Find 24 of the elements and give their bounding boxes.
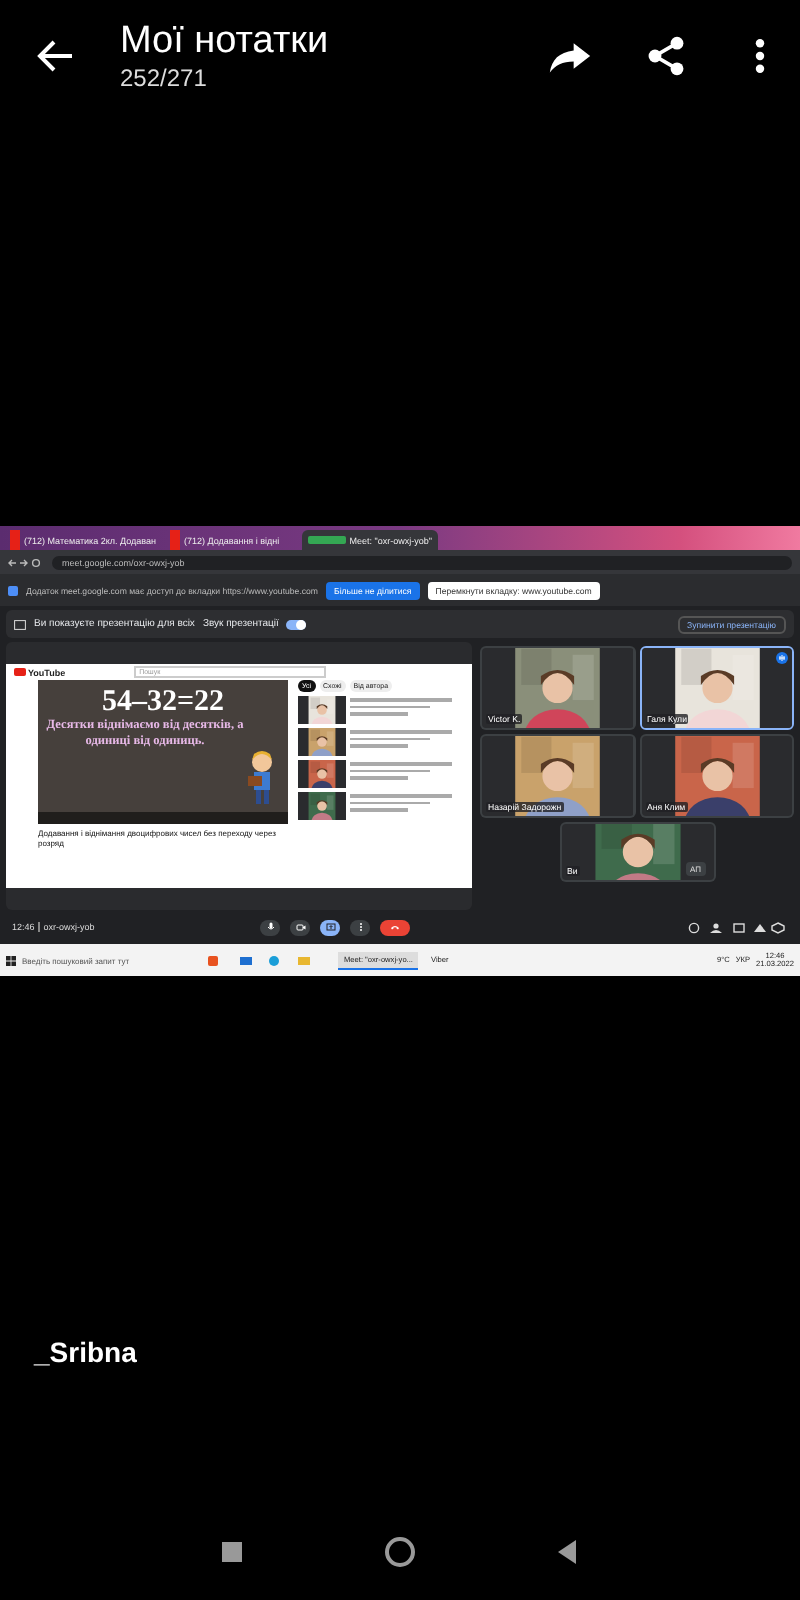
home-icon[interactable]	[384, 1536, 416, 1568]
hangup-icon	[390, 922, 400, 932]
photo-caption: _Sribna	[31, 1336, 139, 1368]
more-button[interactable]	[350, 919, 370, 935]
mic-button[interactable]	[260, 919, 280, 935]
video-equation: 54–32=22	[99, 686, 227, 718]
speaking-icon	[776, 652, 788, 664]
browser-nav-icons[interactable]	[8, 557, 44, 567]
recents-icon[interactable]	[216, 1536, 248, 1568]
album-title: Мої нотатки	[120, 20, 331, 64]
camera-icon	[295, 922, 305, 932]
presentation-icon	[14, 619, 26, 629]
photo-counter: 252/271	[120, 64, 209, 92]
present-icon	[325, 922, 335, 932]
camera-button[interactable]	[290, 919, 310, 935]
windows-start-icon[interactable]	[6, 955, 16, 965]
tab-share-icon	[8, 585, 18, 595]
back-icon[interactable]	[36, 36, 76, 76]
hangup-button[interactable]	[380, 919, 410, 935]
mic-icon	[265, 922, 275, 932]
share-icon[interactable]	[644, 34, 688, 78]
audio-toggle[interactable]	[286, 619, 307, 629]
meeting-tools-icons[interactable]	[688, 921, 788, 933]
present-button[interactable]	[320, 919, 340, 935]
